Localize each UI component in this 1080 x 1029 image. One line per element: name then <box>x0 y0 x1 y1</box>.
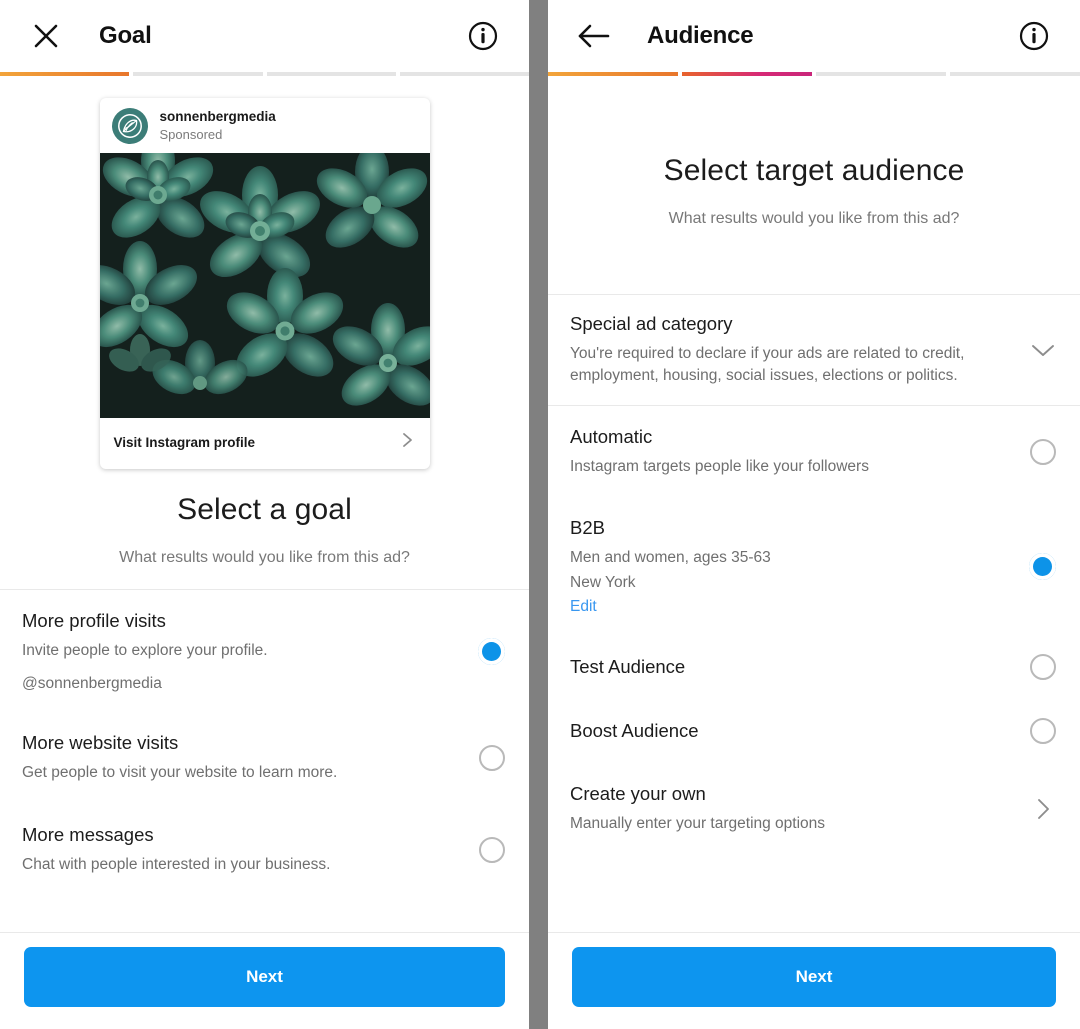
option-title: Automatic <box>570 425 653 447</box>
ad-sponsored-label: Sponsored <box>159 126 223 142</box>
audience-options-list: Special ad category You're required to d… <box>548 295 1080 932</box>
goal-option-more-profile-visits[interactable]: More profile visits Invite people to exp… <box>0 590 529 712</box>
avatar <box>111 108 148 144</box>
option-title: Test Audience <box>570 655 686 677</box>
radio-b2b[interactable] <box>1029 552 1056 580</box>
arrow-left-icon[interactable] <box>574 16 614 56</box>
info-icon[interactable] <box>463 16 503 56</box>
option-description: Invite people to explore your profile. <box>22 641 268 659</box>
radio-test-audience[interactable] <box>1030 654 1056 681</box>
goal-option-more-website-visits[interactable]: More website visits Get people to visit … <box>0 712 529 803</box>
audience-option-automatic[interactable]: Automatic Instagram targets people like … <box>548 406 1080 497</box>
ad-account-name: sonnenbergmedia <box>159 109 276 125</box>
audience-option-create-your-own[interactable]: Create your own Manually enter your targ… <box>548 763 1080 854</box>
option-title: B2B <box>570 517 605 539</box>
option-description: Get people to visit your website to lear… <box>22 764 338 782</box>
info-icon[interactable] <box>1014 16 1054 56</box>
goal-heading-subtitle: What results would you like from this ad… <box>119 549 410 566</box>
audience-heading-subtitle: What results would you like from this ad… <box>668 210 960 227</box>
option-description: Manually enter your targeting options <box>570 815 826 833</box>
goal-heading-block: Select a goal What results would you lik… <box>0 469 529 567</box>
goal-option-more-messages[interactable]: More messages Chat with people intereste… <box>0 804 529 895</box>
audience-page-title: Audience <box>647 22 754 49</box>
audience-topbar: Audience <box>548 0 1080 72</box>
option-location: New York <box>570 573 636 591</box>
goal-heading-title: Select a goal <box>177 493 352 526</box>
goal-screen: Goal sonnenbergmedia Sponsored Visit Ins… <box>0 0 529 1029</box>
ad-cta-row[interactable]: Visit Instagram profile <box>100 418 430 469</box>
audience-option-b2b[interactable]: B2B Men and women, ages 35-63 New York E… <box>548 497 1080 635</box>
option-title: More profile visits <box>22 610 166 631</box>
special-ad-category-description: You're required to declare if your ads a… <box>570 344 965 385</box>
audience-option-boost-audience[interactable]: Boost Audience <box>548 699 1080 763</box>
audience-footer: Next <box>548 933 1080 1029</box>
option-handle: @sonnenbergmedia <box>22 675 162 693</box>
goal-page-title: Goal <box>99 22 152 49</box>
option-title: More messages <box>22 823 154 845</box>
next-button[interactable]: Next <box>24 947 505 1007</box>
radio-more-website-visits[interactable] <box>479 745 505 772</box>
ad-preview-area: sonnenbergmedia Sponsored Visit Instagra… <box>0 76 529 469</box>
ad-image <box>99 153 430 418</box>
radio-more-profile-visits[interactable] <box>478 637 505 665</box>
option-title: Boost Audience <box>570 719 699 741</box>
ad-cta-label: Visit Instagram profile <box>113 435 256 450</box>
audience-heading-block: Select target audience What results woul… <box>548 76 1080 228</box>
chevron-right-icon[interactable] <box>1030 796 1056 822</box>
option-description: Chat with people interested in your busi… <box>22 855 331 873</box>
audience-screen: Audience Select target audience What res… <box>548 0 1080 1029</box>
option-description: Men and women, ages 35-63 <box>570 549 771 567</box>
audience-heading-title: Select target audience <box>663 154 965 187</box>
option-description: Instagram targets people like your follo… <box>570 457 869 475</box>
special-ad-category-row[interactable]: Special ad category You're required to d… <box>548 295 1080 405</box>
chevron-down-icon[interactable] <box>1030 341 1056 359</box>
option-title: Create your own <box>570 783 706 805</box>
next-button[interactable]: Next <box>572 947 1056 1007</box>
edit-link[interactable]: Edit <box>570 598 1011 616</box>
goal-options-list: More profile visits Invite people to exp… <box>0 590 529 932</box>
dual-screen-comparison: Goal sonnenbergmedia Sponsored Visit Ins… <box>0 0 1080 1029</box>
screen-divider <box>529 0 548 1029</box>
goal-topbar: Goal <box>0 0 529 72</box>
special-ad-category-title: Special ad category <box>570 313 733 334</box>
leaf-logo-icon <box>117 114 142 138</box>
ad-card-header: sonnenbergmedia Sponsored <box>100 98 430 153</box>
radio-more-messages[interactable] <box>479 836 505 863</box>
option-title: More website visits <box>22 732 179 754</box>
goal-footer: Next <box>0 933 529 1029</box>
audience-option-test-audience[interactable]: Test Audience <box>548 635 1080 699</box>
radio-boost-audience[interactable] <box>1030 718 1056 745</box>
chevron-right-icon <box>398 431 416 454</box>
close-icon[interactable] <box>26 16 66 56</box>
ad-preview-card[interactable]: sonnenbergmedia Sponsored Visit Instagra… <box>99 98 430 469</box>
radio-automatic[interactable] <box>1030 438 1056 465</box>
